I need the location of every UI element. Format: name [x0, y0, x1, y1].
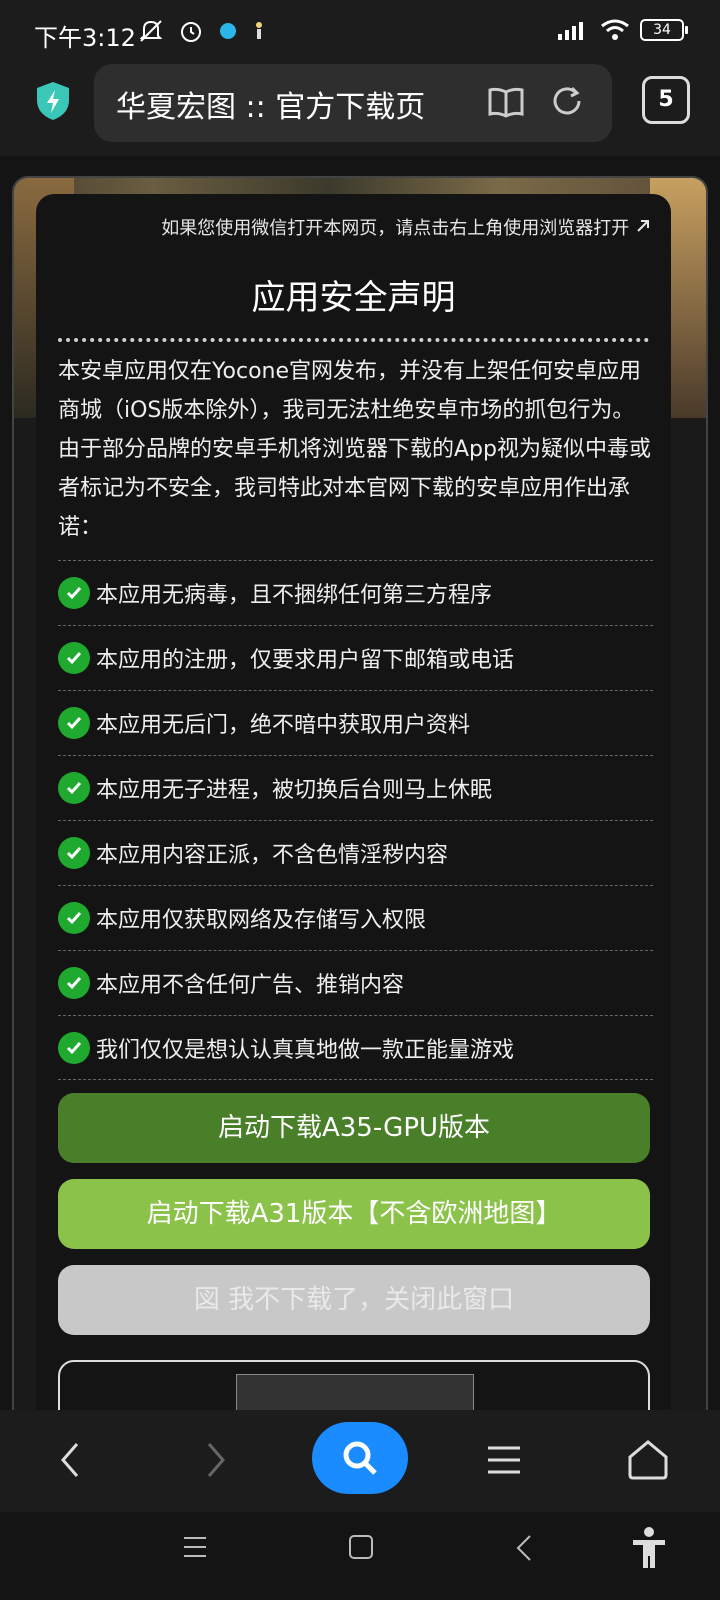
dotted-divider [58, 338, 649, 342]
chevron-left-icon [61, 1443, 79, 1477]
check-icon [58, 642, 90, 674]
list-item: 本应用不含任何广告、推销内容 [58, 950, 653, 1015]
check-icon [58, 967, 90, 999]
mute-bell-icon [139, 20, 163, 42]
list-item: 本应用无病毒，且不捆绑任何第三方程序 [58, 560, 653, 625]
list-item-text: 本应用无子进程，被切换后台则马上休眠 [96, 778, 493, 803]
app-notification-icon [220, 23, 236, 39]
list-item: 本应用的注册，仅要求用户留下邮箱或电话 [58, 625, 653, 690]
list-item: 我们仅仅是想认认真真地做一款正能量游戏 [58, 1015, 653, 1080]
recents-icon[interactable] [182, 1534, 208, 1560]
list-item: 本应用内容正派，不含色情淫秽内容 [58, 820, 653, 885]
reload-icon[interactable] [550, 84, 584, 118]
list-item-text: 本应用的注册，仅要求用户留下邮箱或电话 [96, 648, 515, 673]
page-content: 如果您使用微信打开本网页，请点击右上角使用浏览器打开 应用安全声明 本安卓应用仅… [0, 156, 720, 1410]
url-text[interactable]: 华夏宏图 :: 官方下载页 [116, 82, 446, 126]
battery-indicator: 34 [640, 19, 688, 41]
search-icon [343, 1441, 377, 1475]
dialog-description: 本安卓应用仅在Yocone官网发布，并没有上架任何安卓应用商城（iOS版本除外）… [58, 359, 651, 540]
forward-button[interactable] [186, 1430, 246, 1490]
security-dialog: 如果您使用微信打开本网页，请点击右上角使用浏览器打开 应用安全声明 本安卓应用仅… [36, 194, 671, 1410]
status-time: 下午3:12 [34, 24, 136, 52]
status-bar: 下午3:12 34 [0, 0, 720, 60]
list-item: 本应用仅获取网络及存储写入权限 [58, 885, 653, 950]
browser-nav-bar [0, 1410, 720, 1512]
accessibility-icon[interactable] [630, 1526, 668, 1570]
wifi-icon [601, 19, 629, 40]
arrow-up-right-icon [637, 220, 649, 232]
list-item-text: 本应用无病毒，且不捆绑任何第三方程序 [96, 583, 493, 608]
check-icon [58, 1031, 90, 1064]
hamburger-menu-icon [488, 1446, 520, 1474]
dialog-title: 应用安全声明 [251, 278, 456, 318]
check-icon [58, 577, 90, 609]
alarm-icon [181, 22, 201, 42]
system-nav-bar [0, 1512, 720, 1600]
tab-count-button[interactable]: 5 [642, 76, 690, 124]
home-button[interactable] [618, 1430, 678, 1490]
list-item-text: 本应用仅获取网络及存储写入权限 [96, 908, 427, 933]
wechat-hint: 如果您使用微信打开本网页，请点击右上角使用浏览器打开 [161, 218, 630, 239]
menu-button[interactable] [474, 1430, 534, 1490]
list-item: 本应用无子进程，被切换后台则马上休眠 [58, 755, 653, 820]
check-icon [58, 902, 90, 934]
signal-icon [558, 22, 583, 40]
list-item-text: 本应用无后门，绝不暗中获取用户资料 [96, 713, 471, 738]
list-item-text: 本应用内容正派，不含色情淫秽内容 [96, 843, 449, 868]
list-item: 本应用无后门，绝不暗中获取用户资料 [58, 690, 653, 755]
back-arrow-icon[interactable] [514, 1534, 534, 1562]
search-button[interactable] [312, 1422, 408, 1494]
download-gpu-button[interactable]: 启动下载A35-GPU版本 [58, 1093, 650, 1163]
home-square-icon[interactable] [348, 1534, 374, 1560]
back-button[interactable] [40, 1430, 100, 1490]
reader-mode-icon[interactable] [488, 86, 524, 118]
list-item-text: 我们仅仅是想认认真真地做一款正能量游戏 [96, 1037, 515, 1063]
extra-panel [58, 1360, 650, 1410]
download-a31-button[interactable]: 启动下载A31版本【不含欧洲地图】 [58, 1179, 650, 1249]
promise-list: 本应用无病毒，且不捆绑任何第三方程序 本应用的注册，仅要求用户留下邮箱或电话 本… [58, 560, 653, 1080]
chevron-right-icon [207, 1443, 225, 1477]
address-bar[interactable]: 华夏宏图 :: 官方下载页 [94, 64, 612, 142]
home-icon [628, 1440, 668, 1480]
close-dialog-button[interactable]: 図 我不下载了，关闭此窗口 [58, 1265, 650, 1335]
check-icon [58, 707, 90, 739]
shield-icon[interactable] [34, 80, 72, 122]
person-notification-icon [256, 22, 262, 39]
check-icon [58, 837, 90, 869]
list-item-text: 本应用不含任何广告、推销内容 [96, 973, 405, 998]
browser-toolbar: 华夏宏图 :: 官方下载页 5 [0, 60, 720, 156]
check-icon [58, 772, 90, 804]
